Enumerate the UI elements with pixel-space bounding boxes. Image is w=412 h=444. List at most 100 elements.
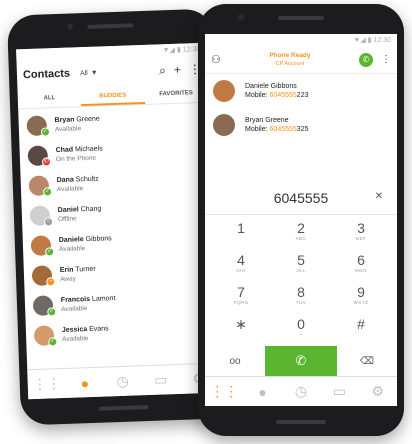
contacts-filter-dropdown[interactable]: All	[80, 69, 88, 76]
presence-status-icon[interactable]: ✆	[359, 52, 373, 67]
messages-icon[interactable]: ▭	[320, 377, 358, 406]
dial-input[interactable]: 6045555 ✕	[205, 181, 397, 215]
key-digit: 9	[357, 284, 365, 300]
dial-key[interactable]: 9 WXYZ	[331, 284, 391, 314]
contact-name: Francois Lamont	[61, 294, 116, 305]
contact-first-name: Erin	[59, 266, 74, 275]
key-digit: 4	[237, 252, 245, 268]
contact-last-name: Greene	[76, 115, 100, 124]
dial-key[interactable]: 1	[211, 220, 271, 250]
voicemail-button-icon[interactable]: oo	[205, 356, 265, 367]
dial-key[interactable]: 2 ABC	[271, 220, 331, 250]
presence-icon: ✆	[41, 157, 52, 167]
presence-icon: ✓	[40, 127, 51, 137]
avatar: ✓	[33, 325, 58, 347]
phone-icon: ✆	[295, 353, 307, 368]
key-letters: PQRS	[233, 300, 249, 305]
contacts-icon[interactable]: ●	[243, 377, 281, 406]
key-letters: WXYZ	[353, 300, 369, 305]
key-digit: 3	[357, 220, 365, 236]
dial-key[interactable]: #	[331, 316, 391, 346]
history-icon[interactable]: ◷	[282, 377, 320, 406]
overflow-menu-icon[interactable]: ⋮	[381, 54, 391, 65]
contact-status: Offline	[57, 215, 77, 224]
bottom-speaker	[276, 420, 326, 424]
messages-icon[interactable]: ▭	[141, 365, 180, 395]
dial-key[interactable]: 5 JKL	[271, 252, 331, 282]
presence-icon: ✓	[47, 307, 57, 317]
clear-icon[interactable]: ✕	[375, 191, 383, 202]
dial-key[interactable]: ∗	[211, 316, 271, 346]
dropdown-caret-icon[interactable]: ▼	[91, 69, 98, 76]
key-digit: ∗	[235, 316, 247, 332]
phone-state: Phone Ready	[269, 51, 311, 59]
voicemail-icon[interactable]: ⚇	[211, 53, 221, 66]
bottom-tab-bar: ⋮⋮ ● ◷ ▭ ⚙	[205, 376, 397, 406]
key-digit: 6	[357, 252, 365, 268]
contact-status: Away	[60, 275, 77, 284]
front-camera	[67, 23, 74, 30]
tab-all[interactable]: ALL	[17, 87, 81, 108]
presence-icon: ○	[43, 217, 54, 227]
key-letters: TUV	[295, 300, 307, 305]
contact-name: Daniele Gibbons	[59, 234, 112, 245]
key-letters: GHI	[236, 268, 246, 273]
contact-status: Available	[58, 245, 86, 254]
avatar	[213, 80, 235, 102]
contact-match-list: Daniele Gibbons Mobile: 6045555223 Bryan G…	[205, 74, 397, 142]
bottom-tab-bar: ⋮⋮ ● ◷ ▭ ⚙	[27, 362, 219, 400]
avatar: ○	[29, 205, 54, 227]
presence-icon: –	[46, 277, 56, 287]
dial-key[interactable]: 7 PQRS	[211, 284, 271, 314]
key-digit: 8	[297, 284, 305, 300]
dial-key[interactable]: 0 +	[271, 316, 331, 346]
call-button[interactable]: ✆	[265, 346, 337, 376]
contact-first-name: Daniel	[57, 206, 79, 215]
contact-last-name: Evans	[89, 325, 109, 334]
avatar: ✓	[26, 115, 51, 137]
contact-name: Erin Turner	[60, 265, 96, 275]
history-icon[interactable]: ◷	[103, 366, 142, 396]
right-phone: ▼◢ ▮ 12:30 ⚇ Phone Ready CP Account ✆ ⋮ …	[198, 4, 404, 436]
contact-list: ✓ Bryan Greene Available ✆ Chad Michaels On t…	[18, 103, 216, 351]
dial-key[interactable]: 6 MNO	[331, 252, 391, 282]
match-name: Bryan Greene	[245, 117, 289, 124]
key-digit: 5	[297, 252, 305, 268]
dialer-screen: ▼◢ ▮ 12:30 ⚇ Phone Ready CP Account ✆ ⋮ …	[205, 34, 397, 406]
dialer-actions: oo ✆ ⌫	[205, 346, 397, 376]
account-status[interactable]: Phone Ready CP Account	[221, 52, 359, 68]
contact-match-item[interactable]: Bryan Greene Mobile: 6045555325	[205, 108, 397, 142]
backspace-icon[interactable]: ⌫	[337, 356, 397, 367]
tab-buddies[interactable]: BUDDIES	[80, 84, 145, 107]
contact-first-name: Chad	[55, 146, 74, 155]
contact-status: Available	[54, 125, 82, 134]
dial-key[interactable]: 4 GHI	[211, 252, 271, 282]
contact-first-name: Bryan	[54, 116, 75, 125]
presence-icon: ✓	[45, 247, 55, 257]
dial-key[interactable]: 3 DEF	[331, 220, 391, 250]
search-icon[interactable]: ⌕	[159, 63, 166, 78]
key-letters: +	[299, 332, 303, 337]
contact-first-name: Dana	[56, 176, 74, 185]
dial-key[interactable]: 8 TUV	[271, 284, 331, 314]
settings-icon[interactable]: ⚙	[359, 377, 397, 406]
contact-last-name: Turner	[75, 265, 96, 274]
contacts-icon[interactable]: ●	[65, 368, 104, 398]
presence-icon: ✓	[42, 187, 53, 197]
earpiece	[278, 16, 324, 20]
dialpad-icon[interactable]: ⋮⋮	[27, 369, 66, 399]
key-letters: ABC	[295, 236, 307, 241]
contact-first-name: Francois	[60, 295, 91, 305]
presence-icon: ✓	[48, 337, 58, 347]
match-phone: Mobile: 6045555223	[245, 92, 309, 99]
contact-name: Daniel Chang	[58, 205, 102, 216]
key-digit: 0	[297, 316, 305, 332]
product-showcase: ▼◢ ▮ 12:30 Contacts All ▼ ⌕ + ⋮ ALL BUDD…	[0, 0, 412, 444]
dialpad-icon[interactable]: ⋮⋮	[205, 377, 243, 406]
add-icon[interactable]: +	[174, 63, 181, 77]
list-item[interactable]: ✓ Jessica Evans Available	[26, 315, 217, 352]
contact-last-name: Michaels	[74, 145, 103, 154]
dialed-number: 6045555	[273, 189, 329, 206]
contact-match-item[interactable]: Daniele Gibbons Mobile: 6045555223	[205, 74, 397, 108]
key-letters: JKL	[296, 268, 306, 273]
